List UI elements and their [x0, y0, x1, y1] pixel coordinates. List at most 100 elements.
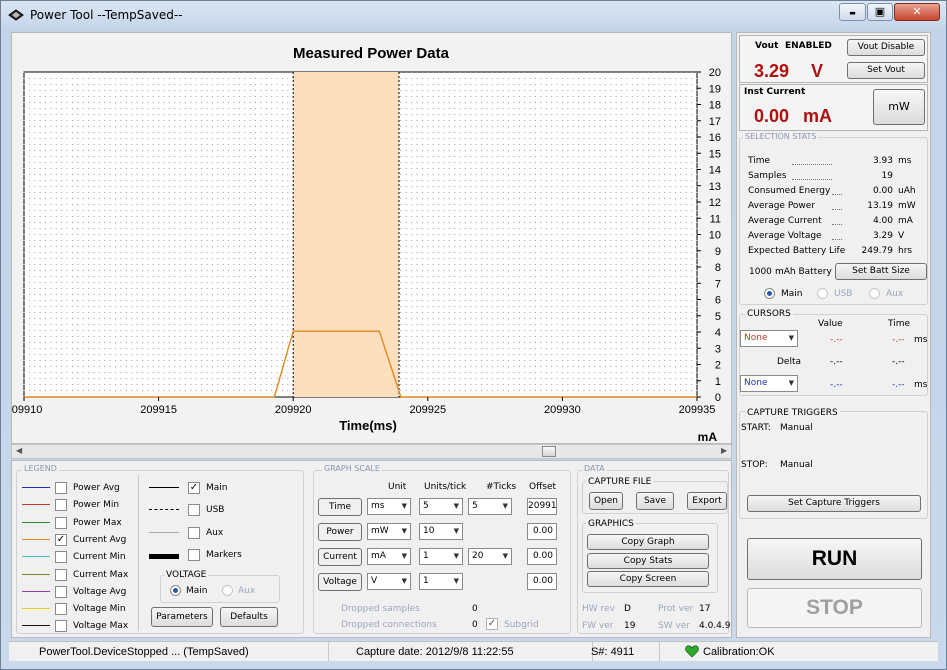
copy-stats-button[interactable]: Copy Stats — [587, 553, 709, 569]
channel-checkbox[interactable]: ✓ — [188, 482, 200, 494]
scale-ticks-select[interactable]: 20 — [468, 548, 512, 565]
close-button[interactable]: ✕ — [894, 3, 940, 21]
app-icon — [8, 9, 24, 21]
channel-checkbox[interactable] — [188, 504, 200, 517]
battery-capacity: 1000 — [749, 267, 772, 277]
set-capture-triggers-button[interactable]: Set Capture Triggers — [747, 495, 921, 512]
legend-item-label: Current Min — [73, 552, 126, 563]
legend-swatch — [22, 608, 50, 610]
defaults-button[interactable]: Defaults — [220, 607, 278, 627]
scale-per-tick-select[interactable]: 1 — [419, 548, 463, 565]
y-axis: 01234567891011121314151617181920 — [697, 67, 721, 404]
cursor1-select[interactable]: None — [740, 330, 798, 347]
y-tick-label: 13 — [709, 181, 721, 193]
scale-unit-select[interactable]: mA — [367, 548, 411, 565]
y-tick-label: 11 — [710, 213, 721, 225]
scale-per-tick-select[interactable]: 10 — [419, 523, 463, 540]
scale-unit-select[interactable]: mW — [367, 523, 411, 540]
dropped-samples-label: Dropped samples — [341, 604, 420, 614]
heart-icon — [685, 645, 699, 658]
y-tick-label: 10 — [709, 230, 721, 242]
scroll-left-icon[interactable]: ◀ — [16, 446, 22, 455]
open-button[interactable]: Open — [589, 492, 623, 510]
selection-region[interactable] — [292, 72, 400, 397]
set-vout-button[interactable]: Set Vout — [847, 62, 925, 79]
cursor2-select[interactable]: None — [740, 375, 798, 392]
set-batt-size-button[interactable]: Set Batt Size — [835, 263, 927, 280]
legend-checkbox[interactable] — [55, 568, 67, 581]
minimize-button[interactable]: ▬ — [839, 3, 866, 21]
parameters-button[interactable]: Parameters — [151, 607, 213, 627]
scale-unit-select[interactable]: V — [367, 573, 411, 590]
run-button[interactable]: RUN — [747, 538, 922, 580]
legend-checkbox[interactable] — [55, 482, 67, 494]
legend-checkbox[interactable]: ✓ — [55, 533, 67, 546]
channel-label: Markers — [206, 549, 242, 560]
legend-checkbox[interactable] — [55, 516, 67, 529]
inst-current-label: Inst Current — [744, 87, 806, 97]
legend-checkbox[interactable] — [55, 603, 67, 616]
subgrid-checkbox[interactable]: ✓ — [486, 618, 498, 630]
title-bar[interactable]: Power Tool --TempSaved-- ▬ ▣ ✕ — [1, 1, 946, 29]
scale-ticks-select[interactable]: 5 — [468, 498, 512, 515]
status-capture-date: Capture date: 2012/9/8 11:22:55 — [356, 646, 514, 658]
cursors-label: CURSORS — [745, 309, 793, 319]
scale-offset-input[interactable]: 0.00 — [527, 523, 557, 540]
export-button[interactable]: Export — [687, 492, 727, 510]
status-divider-3 — [659, 642, 660, 662]
stat-leader — [832, 239, 842, 240]
legend-checkbox[interactable] — [55, 551, 67, 564]
offset-header: Offset — [529, 482, 557, 492]
voltage-main-label: Main — [186, 586, 208, 596]
mw-toggle-button[interactable]: mW — [873, 89, 925, 125]
hw-rev-value: D — [624, 604, 631, 614]
scroll-right-icon[interactable]: ▶ — [721, 446, 727, 455]
scale-offset-input[interactable]: 20991 — [527, 498, 557, 515]
chart-scrollbar[interactable]: ◀ ▶ — [11, 444, 732, 459]
stats-usb-radio[interactable] — [817, 288, 828, 299]
maximize-button[interactable]: ▣ — [867, 3, 893, 21]
scale-per-tick-select[interactable]: 5 — [419, 498, 463, 515]
power-chart[interactable]: 209910209915209920209925209930209935 012… — [12, 33, 733, 445]
selection-band[interactable] — [293, 72, 399, 397]
scale-per-tick-select[interactable]: 1 — [419, 573, 463, 590]
copy-graph-button[interactable]: Copy Graph — [587, 534, 709, 550]
scale-offset-input[interactable]: 0.00 — [527, 548, 557, 565]
channel-label: Main — [206, 483, 228, 493]
scrollbar-thumb[interactable] — [542, 446, 556, 457]
legend-divider — [138, 475, 139, 631]
stats-main-radio[interactable] — [764, 288, 775, 299]
legend-checkbox[interactable] — [55, 585, 67, 598]
voltage-main-radio[interactable] — [170, 585, 181, 596]
status-device: PowerTool.DeviceStopped ... (TempSaved) — [39, 646, 249, 658]
voltage-aux-radio[interactable] — [222, 585, 233, 596]
scale-unit-select[interactable]: ms — [367, 498, 411, 515]
stop-button[interactable]: STOP — [747, 588, 922, 628]
delta-value: -.-- — [830, 357, 843, 367]
stat-leader — [832, 209, 842, 210]
channel-checkbox[interactable] — [188, 526, 200, 539]
copy-screen-button[interactable]: Copy Screen — [587, 571, 709, 587]
selection-stats-label: SELECTION STATS — [743, 132, 819, 141]
y-tick-label: 15 — [709, 148, 721, 160]
channel-checkbox[interactable] — [188, 548, 200, 561]
stat-name: Average Power — [748, 201, 816, 211]
legend-checkbox[interactable] — [55, 499, 67, 512]
channel-swatch — [149, 531, 179, 533]
graph-scale-label: GRAPH SCALE — [322, 464, 382, 473]
stat-name: Samples — [748, 171, 787, 181]
channel-swatch — [149, 509, 179, 511]
channel-label: Aux — [206, 527, 224, 538]
chart-title: Measured Power Data — [293, 45, 450, 62]
scale-offset-input[interactable]: 0.00 — [527, 573, 557, 590]
stat-name: Consumed Energy — [748, 186, 831, 196]
legend-checkbox[interactable] — [55, 620, 67, 633]
stats-aux-radio[interactable] — [869, 288, 880, 299]
save-button[interactable]: Save — [636, 492, 674, 510]
ticks-header: #Ticks — [486, 482, 517, 492]
cursor-time-header: Time — [888, 319, 911, 329]
channel-label: USB — [206, 505, 225, 516]
x-axis-label: Time(ms) — [339, 418, 397, 433]
y-tick-label: 12 — [709, 197, 721, 209]
vout-disable-button[interactable]: Vout Disable — [847, 39, 925, 56]
